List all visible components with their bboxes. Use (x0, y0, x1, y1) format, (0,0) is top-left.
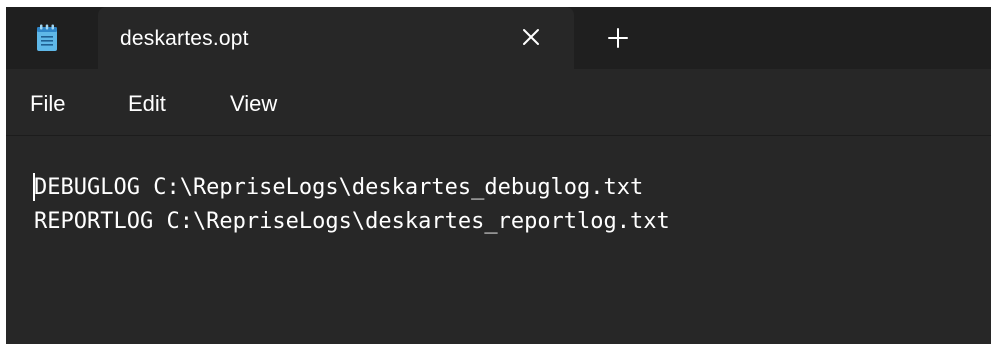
tab-deskartes-opt[interactable]: deskartes.opt (98, 7, 574, 69)
tab-title: deskartes.opt (120, 27, 249, 50)
plus-icon[interactable] (606, 26, 630, 50)
notepad-window: deskartes.opt File Edit View DEBUGLOG C:… (6, 7, 991, 344)
notepad-icon (37, 24, 57, 51)
menu-view[interactable]: View (230, 91, 277, 117)
close-icon[interactable] (520, 26, 542, 48)
title-bar: deskartes.opt (6, 7, 991, 69)
editor-line-2: REPORTLOG C:\RepriseLogs\deskartes_repor… (34, 209, 670, 234)
menu-edit[interactable]: Edit (128, 91, 166, 117)
menu-file[interactable]: File (30, 91, 65, 117)
text-editor[interactable]: DEBUGLOG C:\RepriseLogs\deskartes_debugl… (6, 136, 991, 344)
editor-line-1: DEBUGLOG C:\RepriseLogs\deskartes_debugl… (34, 175, 644, 200)
menu-bar: File Edit View (6, 69, 991, 136)
